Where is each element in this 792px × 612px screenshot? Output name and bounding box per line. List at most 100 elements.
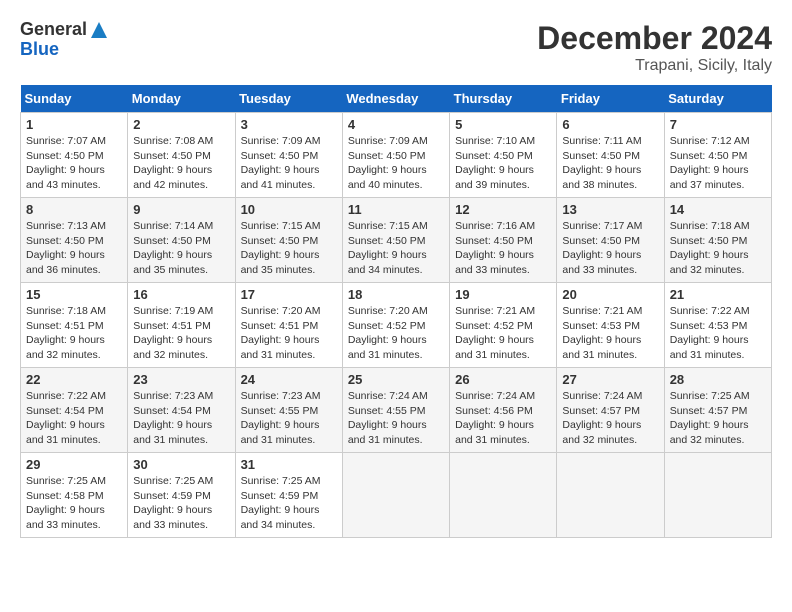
day-number: 13 bbox=[562, 202, 658, 217]
day-number: 12 bbox=[455, 202, 551, 217]
calendar-week-row: 29 Sunrise: 7:25 AMSunset: 4:58 PMDayligh… bbox=[21, 453, 772, 538]
calendar-cell: 19 Sunrise: 7:21 AMSunset: 4:52 PMDayligh… bbox=[450, 283, 557, 368]
day-info: Sunrise: 7:20 AMSunset: 4:51 PMDaylight:… bbox=[241, 304, 337, 363]
day-number: 1 bbox=[26, 117, 122, 132]
day-number: 8 bbox=[26, 202, 122, 217]
day-number: 7 bbox=[670, 117, 766, 132]
calendar-cell: 21 Sunrise: 7:22 AMSunset: 4:53 PMDayligh… bbox=[664, 283, 771, 368]
title-area: December 2024 Trapani, Sicily, Italy bbox=[537, 20, 772, 75]
day-number: 10 bbox=[241, 202, 337, 217]
day-info: Sunrise: 7:20 AMSunset: 4:52 PMDaylight:… bbox=[348, 304, 444, 363]
calendar-cell: 29 Sunrise: 7:25 AMSunset: 4:58 PMDayligh… bbox=[21, 453, 128, 538]
calendar-cell: 11 Sunrise: 7:15 AMSunset: 4:50 PMDayligh… bbox=[342, 198, 449, 283]
day-info: Sunrise: 7:25 AMSunset: 4:58 PMDaylight:… bbox=[26, 474, 122, 533]
calendar-cell: 16 Sunrise: 7:19 AMSunset: 4:51 PMDayligh… bbox=[128, 283, 235, 368]
calendar-cell: 25 Sunrise: 7:24 AMSunset: 4:55 PMDayligh… bbox=[342, 368, 449, 453]
calendar-cell: 7 Sunrise: 7:12 AMSunset: 4:50 PMDaylight… bbox=[664, 113, 771, 198]
calendar-cell: 18 Sunrise: 7:20 AMSunset: 4:52 PMDayligh… bbox=[342, 283, 449, 368]
day-number: 26 bbox=[455, 372, 551, 387]
day-number: 23 bbox=[133, 372, 229, 387]
day-number: 17 bbox=[241, 287, 337, 302]
day-number: 16 bbox=[133, 287, 229, 302]
day-number: 27 bbox=[562, 372, 658, 387]
calendar-cell: 13Sunrise: 7:17 AMSunset: 4:50 PMDayligh… bbox=[557, 198, 664, 283]
weekday-header-sunday: Sunday bbox=[21, 85, 128, 113]
day-number: 20 bbox=[562, 287, 658, 302]
day-number: 30 bbox=[133, 457, 229, 472]
weekday-header-thursday: Thursday bbox=[450, 85, 557, 113]
calendar-week-row: 15Sunrise: 7:18 AMSunset: 4:51 PMDayligh… bbox=[21, 283, 772, 368]
day-number: 28 bbox=[670, 372, 766, 387]
calendar-cell: 3Sunrise: 7:09 AMSunset: 4:50 PMDaylight… bbox=[235, 113, 342, 198]
calendar-cell: 6Sunrise: 7:11 AMSunset: 4:50 PMDaylight… bbox=[557, 113, 664, 198]
day-info: Sunrise: 7:11 AMSunset: 4:50 PMDaylight:… bbox=[562, 134, 658, 193]
calendar-table: SundayMondayTuesdayWednesdayThursdayFrid… bbox=[20, 85, 772, 538]
day-info: Sunrise: 7:25 AMSunset: 4:59 PMDaylight:… bbox=[133, 474, 229, 533]
month-title: December 2024 bbox=[537, 20, 772, 57]
day-info: Sunrise: 7:25 AMSunset: 4:57 PMDaylight:… bbox=[670, 389, 766, 448]
day-number: 11 bbox=[348, 202, 444, 217]
day-info: Sunrise: 7:24 AMSunset: 4:57 PMDaylight:… bbox=[562, 389, 658, 448]
day-info: Sunrise: 7:24 AMSunset: 4:55 PMDaylight:… bbox=[348, 389, 444, 448]
calendar-cell: 23Sunrise: 7:23 AMSunset: 4:54 PMDayligh… bbox=[128, 368, 235, 453]
day-number: 3 bbox=[241, 117, 337, 132]
logo-text: General Blue bbox=[20, 20, 109, 60]
calendar-cell bbox=[557, 453, 664, 538]
day-info: Sunrise: 7:24 AMSunset: 4:56 PMDaylight:… bbox=[455, 389, 551, 448]
calendar-cell bbox=[450, 453, 557, 538]
day-info: Sunrise: 7:12 AMSunset: 4:50 PMDaylight:… bbox=[670, 134, 766, 193]
calendar-cell: 24 Sunrise: 7:23 AMSunset: 4:55 PMDayligh… bbox=[235, 368, 342, 453]
calendar-cell bbox=[342, 453, 449, 538]
day-info: Sunrise: 7:22 AMSunset: 4:54 PMDaylight:… bbox=[26, 389, 122, 448]
day-info: Sunrise: 7:13 AMSunset: 4:50 PMDaylight:… bbox=[26, 219, 122, 278]
calendar-cell: 9Sunrise: 7:14 AMSunset: 4:50 PMDaylight… bbox=[128, 198, 235, 283]
calendar-cell: 4Sunrise: 7:09 AMSunset: 4:50 PMDaylight… bbox=[342, 113, 449, 198]
weekday-header-wednesday: Wednesday bbox=[342, 85, 449, 113]
day-number: 24 bbox=[241, 372, 337, 387]
day-number: 9 bbox=[133, 202, 229, 217]
day-info: Sunrise: 7:18 AMSunset: 4:51 PMDaylight:… bbox=[26, 304, 122, 363]
calendar-cell: 2 Sunrise: 7:08 AMSunset: 4:50 PMDaylight… bbox=[128, 113, 235, 198]
location-title: Trapani, Sicily, Italy bbox=[537, 57, 772, 75]
day-number: 18 bbox=[348, 287, 444, 302]
day-info: Sunrise: 7:21 AMSunset: 4:52 PMDaylight:… bbox=[455, 304, 551, 363]
day-info: Sunrise: 7:08 AMSunset: 4:50 PMDaylight:… bbox=[133, 134, 229, 193]
calendar-cell: 28 Sunrise: 7:25 AMSunset: 4:57 PMDayligh… bbox=[664, 368, 771, 453]
day-info: Sunrise: 7:16 AMSunset: 4:50 PMDaylight:… bbox=[455, 219, 551, 278]
day-info: Sunrise: 7:15 AMSunset: 4:50 PMDaylight:… bbox=[348, 219, 444, 278]
calendar-cell: 15Sunrise: 7:18 AMSunset: 4:51 PMDayligh… bbox=[21, 283, 128, 368]
day-number: 21 bbox=[670, 287, 766, 302]
logo-line2: Blue bbox=[20, 40, 109, 60]
day-info: Sunrise: 7:15 AMSunset: 4:50 PMDaylight:… bbox=[241, 219, 337, 278]
calendar-cell: 10 Sunrise: 7:15 AMSunset: 4:50 PMDayligh… bbox=[235, 198, 342, 283]
day-info: Sunrise: 7:25 AMSunset: 4:59 PMDaylight:… bbox=[241, 474, 337, 533]
day-info: Sunrise: 7:10 AMSunset: 4:50 PMDaylight:… bbox=[455, 134, 551, 193]
day-number: 2 bbox=[133, 117, 229, 132]
day-info: Sunrise: 7:18 AMSunset: 4:50 PMDaylight:… bbox=[670, 219, 766, 278]
weekday-header-monday: Monday bbox=[128, 85, 235, 113]
calendar-cell: 12 Sunrise: 7:16 AMSunset: 4:50 PMDayligh… bbox=[450, 198, 557, 283]
day-info: Sunrise: 7:21 AMSunset: 4:53 PMDaylight:… bbox=[562, 304, 658, 363]
calendar-week-row: 8 Sunrise: 7:13 AMSunset: 4:50 PMDaylight… bbox=[21, 198, 772, 283]
calendar-cell: 5Sunrise: 7:10 AMSunset: 4:50 PMDaylight… bbox=[450, 113, 557, 198]
calendar-cell: 17 Sunrise: 7:20 AMSunset: 4:51 PMDayligh… bbox=[235, 283, 342, 368]
calendar-week-row: 1 Sunrise: 7:07 AMSunset: 4:50 PMDaylight… bbox=[21, 113, 772, 198]
day-number: 25 bbox=[348, 372, 444, 387]
weekday-header-saturday: Saturday bbox=[664, 85, 771, 113]
weekday-header-row: SundayMondayTuesdayWednesdayThursdayFrid… bbox=[21, 85, 772, 113]
day-info: Sunrise: 7:07 AMSunset: 4:50 PMDaylight:… bbox=[26, 134, 122, 193]
day-info: Sunrise: 7:19 AMSunset: 4:51 PMDaylight:… bbox=[133, 304, 229, 363]
calendar-cell: 27 Sunrise: 7:24 AMSunset: 4:57 PMDayligh… bbox=[557, 368, 664, 453]
day-number: 4 bbox=[348, 117, 444, 132]
day-number: 19 bbox=[455, 287, 551, 302]
weekday-header-friday: Friday bbox=[557, 85, 664, 113]
day-number: 29 bbox=[26, 457, 122, 472]
calendar-cell: 31Sunrise: 7:25 AMSunset: 4:59 PMDayligh… bbox=[235, 453, 342, 538]
weekday-header-tuesday: Tuesday bbox=[235, 85, 342, 113]
logo-line1: General bbox=[20, 19, 87, 39]
day-info: Sunrise: 7:22 AMSunset: 4:53 PMDaylight:… bbox=[670, 304, 766, 363]
day-info: Sunrise: 7:23 AMSunset: 4:55 PMDaylight:… bbox=[241, 389, 337, 448]
calendar-cell: 22Sunrise: 7:22 AMSunset: 4:54 PMDayligh… bbox=[21, 368, 128, 453]
calendar-week-row: 22Sunrise: 7:22 AMSunset: 4:54 PMDayligh… bbox=[21, 368, 772, 453]
logo: General Blue bbox=[20, 20, 109, 60]
